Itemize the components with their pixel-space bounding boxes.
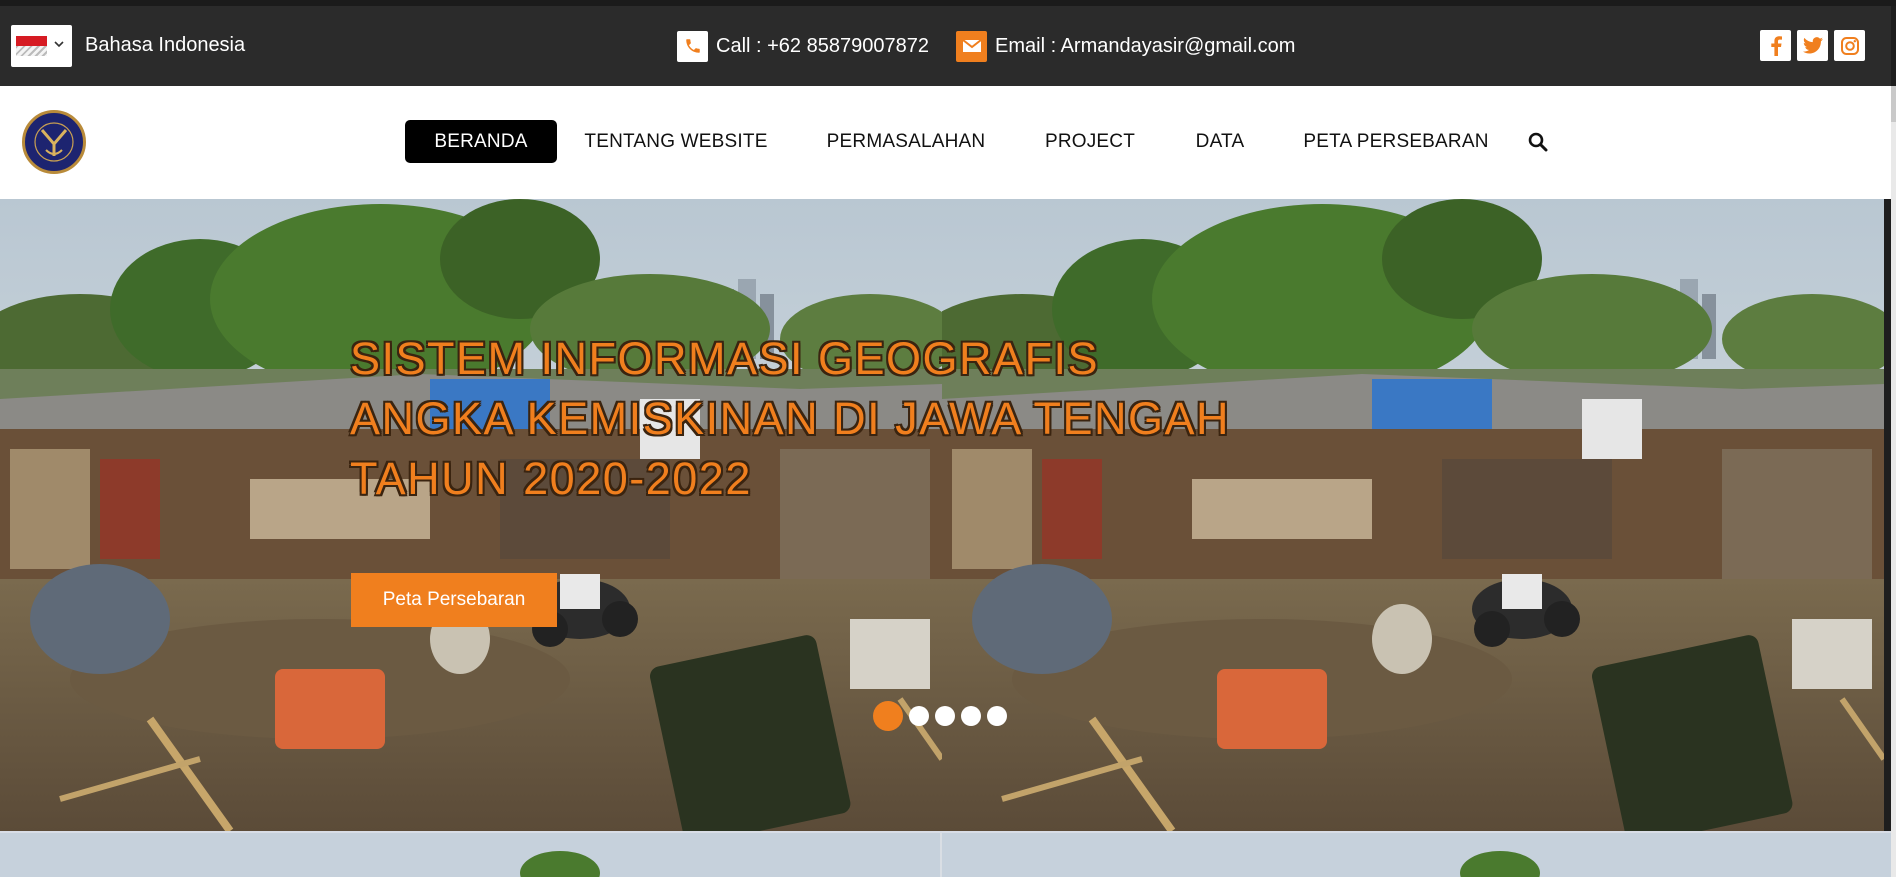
nav-item-permasalahan[interactable]: PERMASALAHAN (816, 120, 996, 163)
call-text: Call : +62 85879007872 (716, 34, 929, 57)
next-section-background (0, 833, 1891, 877)
email-text: Email : Armandayasir@gmail.com (995, 34, 1296, 57)
slide-dot-5[interactable] (987, 706, 1007, 726)
next-section-image (0, 833, 1891, 877)
slide-dot-3[interactable] (935, 706, 955, 726)
call-contact[interactable]: Call : +62 85879007872 (677, 30, 929, 62)
hero-title-line: ANGKA KEMISKINAN DI JAWA TENGAH (350, 393, 1231, 444)
instagram-icon[interactable] (1834, 30, 1865, 61)
hero-background-image (0, 199, 942, 831)
scrollbar-thumb[interactable] (1891, 86, 1896, 122)
phone-icon (677, 30, 708, 62)
envelope-icon (956, 30, 987, 62)
facebook-icon[interactable] (1760, 30, 1791, 61)
hero-slider: SISTEM INFORMASI GEOGRAFIS ANGKA KEMISKI… (0, 199, 1891, 831)
slide-dot-4[interactable] (961, 706, 981, 726)
language-label[interactable]: Bahasa Indonesia (85, 34, 245, 57)
language-selector[interactable] (11, 25, 72, 67)
twitter-icon[interactable] (1797, 30, 1828, 61)
email-contact[interactable]: Email : Armandayasir@gmail.com (956, 30, 1295, 62)
main-navbar: BERANDA TENTANG WEBSITE PERMASALAHAN PRO… (0, 86, 1891, 199)
slider-pagination (873, 701, 1007, 731)
slide-dot-1[interactable] (873, 701, 903, 731)
slide-dot-2[interactable] (909, 706, 929, 726)
page-scrollbar[interactable] (1891, 86, 1896, 877)
nav-item-tentang-website[interactable]: TENTANG WEBSITE (576, 120, 776, 163)
logo-emblem-icon (34, 122, 74, 162)
search-icon[interactable] (1528, 132, 1548, 152)
page: Bahasa Indonesia Call : +62 85879007872 … (0, 0, 1896, 877)
hero-title-line: SISTEM INFORMASI GEOGRAFIS (350, 333, 1100, 384)
nav-item-data[interactable]: DATA (1184, 120, 1256, 163)
chevron-down-icon (54, 41, 64, 48)
indonesia-flag-icon (16, 36, 47, 56)
nav-item-beranda[interactable]: BERANDA (405, 120, 557, 163)
hero-background-image-repeat (942, 199, 1884, 831)
top-bar: Bahasa Indonesia Call : +62 85879007872 … (0, 6, 1891, 86)
nav-item-peta-persebaran[interactable]: PETA PERSEBARAN (1296, 120, 1496, 163)
nav-item-project[interactable]: PROJECT (1036, 120, 1144, 163)
peta-persebaran-button[interactable]: Peta Persebaran (351, 573, 557, 627)
site-logo[interactable] (22, 110, 86, 174)
hero-title-line: TAHUN 2020-2022 (350, 453, 752, 504)
hero-title: SISTEM INFORMASI GEOGRAFIS ANGKA KEMISKI… (350, 329, 1230, 509)
